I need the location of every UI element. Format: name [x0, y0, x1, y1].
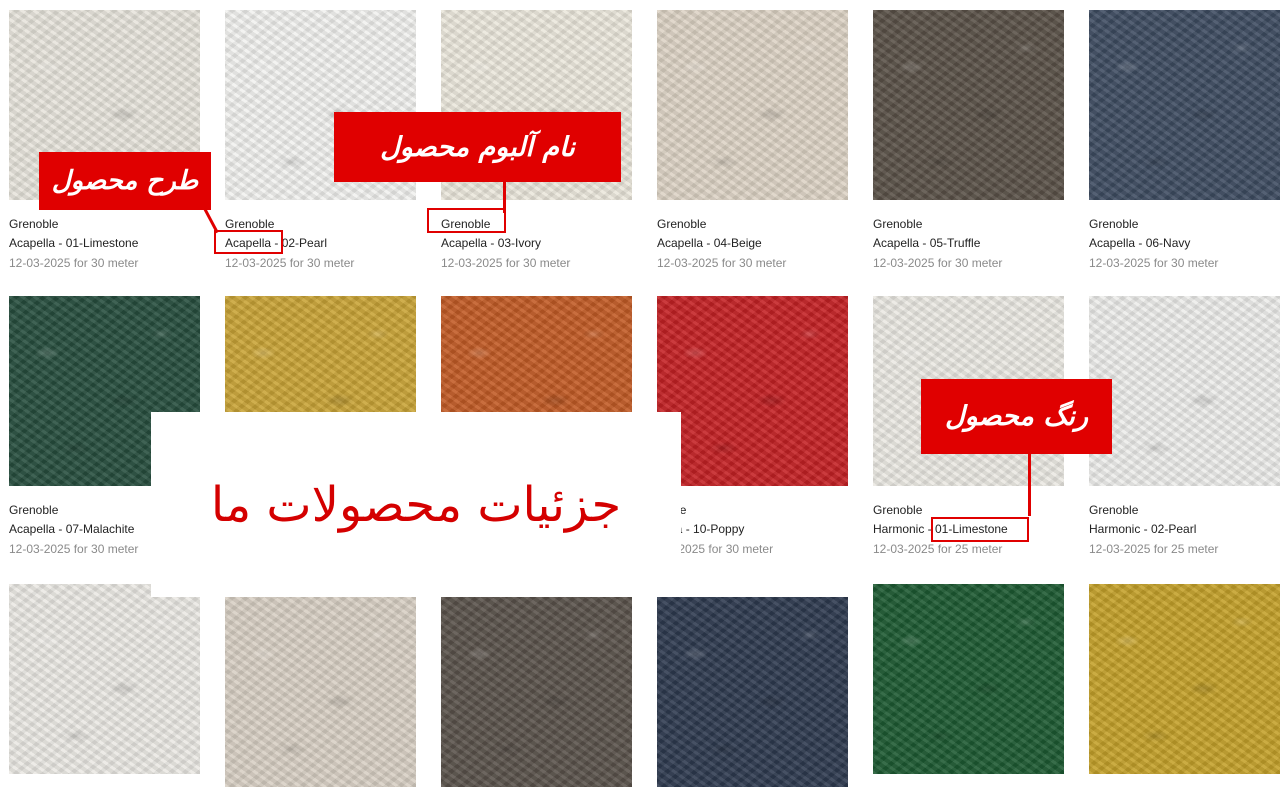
product-card[interactable]: Grenoble Acapella - 01-Limestone 12-03-2… [9, 10, 200, 270]
product-name[interactable]: pella - 10-Poppy [657, 522, 848, 536]
product-name[interactable]: Acapella - 06-Navy [1089, 236, 1280, 250]
fabric-swatch-image[interactable] [9, 584, 200, 774]
product-meta: -03-2025 for 30 meter [657, 542, 774, 556]
product-name[interactable]: Acapella - 03-Ivory [441, 236, 632, 250]
overlay-title: جزئیات محصولات ما [210, 476, 622, 533]
product-brand: Grenoble [1089, 217, 1139, 231]
product-card[interactable] [657, 597, 848, 787]
product-card[interactable]: noble pella - 10-Poppy -03-2025 for 30 m… [657, 296, 848, 556]
product-name[interactable]: Harmonic - 02-Pearl [1089, 522, 1280, 536]
design-callout-label: طرح محصول [51, 166, 199, 196]
product-card[interactable] [9, 584, 200, 774]
fabric-swatch-image[interactable] [1089, 10, 1280, 200]
product-card[interactable]: Grenoble Acapella - 06-Navy 12-03-2025 f… [1089, 10, 1280, 270]
product-meta: 12-03-2025 for 30 meter [9, 256, 139, 270]
fabric-swatch-image[interactable] [441, 597, 632, 787]
product-card[interactable] [1089, 584, 1280, 774]
product-card[interactable] [441, 597, 632, 787]
fabric-swatch-image[interactable] [657, 597, 848, 787]
product-brand: Grenoble [657, 217, 707, 231]
fabric-swatch-image[interactable] [657, 10, 848, 200]
product-name[interactable]: Acapella - 04-Beige [657, 236, 848, 250]
product-brand: noble [657, 503, 848, 517]
product-card[interactable]: Grenoble Acapella - 05-Truffle 12-03-202… [873, 10, 1064, 270]
product-card[interactable] [225, 597, 416, 787]
product-brand: Grenoble [873, 503, 923, 517]
fabric-swatch-image[interactable] [873, 10, 1064, 200]
product-name[interactable]: Acapella - 01-Limestone [9, 236, 200, 250]
color-callout: رنگ محصول [921, 379, 1112, 454]
product-card[interactable]: Grenoble Acapella - 04-Beige 12-03-2025 … [657, 10, 848, 270]
product-card[interactable] [873, 584, 1064, 774]
product-brand: Grenoble [873, 217, 923, 231]
fabric-swatch-image[interactable] [873, 584, 1064, 774]
design-highlight-box [214, 230, 283, 254]
fabric-swatch-image[interactable] [225, 597, 416, 787]
product-meta: 12-03-2025 for 25 meter [1089, 542, 1219, 556]
color-pointer-line [1028, 452, 1031, 516]
product-meta: 12-03-2025 for 30 meter [657, 256, 787, 270]
product-meta: 12-03-2025 for 30 meter [441, 256, 571, 270]
album-callout-label: نام آلبوم محصول [380, 131, 575, 163]
fabric-swatch-image[interactable] [1089, 296, 1280, 486]
product-meta: 12-03-2025 for 30 meter [225, 256, 355, 270]
fabric-swatch-image[interactable] [657, 296, 848, 486]
product-meta: 12-03-2025 for 25 meter [873, 542, 1003, 556]
product-card[interactable]: Grenoble Harmonic - 02-Pearl 12-03-2025 … [1089, 296, 1280, 556]
color-callout-label: رنگ محصول [945, 401, 1088, 432]
overlay-banner: جزئیات محصولات ما [151, 412, 681, 597]
product-name[interactable]: Acapella - 05-Truffle [873, 236, 1064, 250]
product-meta: 12-03-2025 for 30 meter [873, 256, 1003, 270]
product-brand: Grenoble [225, 217, 275, 231]
color-highlight-box [931, 517, 1029, 542]
fabric-swatch-image[interactable] [1089, 584, 1280, 774]
product-brand: Grenoble [9, 217, 59, 231]
product-brand: Grenoble [1089, 503, 1139, 517]
album-highlight-box [427, 208, 506, 233]
product-meta: 12-03-2025 for 30 meter [1089, 256, 1219, 270]
design-callout: طرح محصول [39, 152, 211, 210]
album-callout: نام آلبوم محصول [334, 112, 621, 182]
